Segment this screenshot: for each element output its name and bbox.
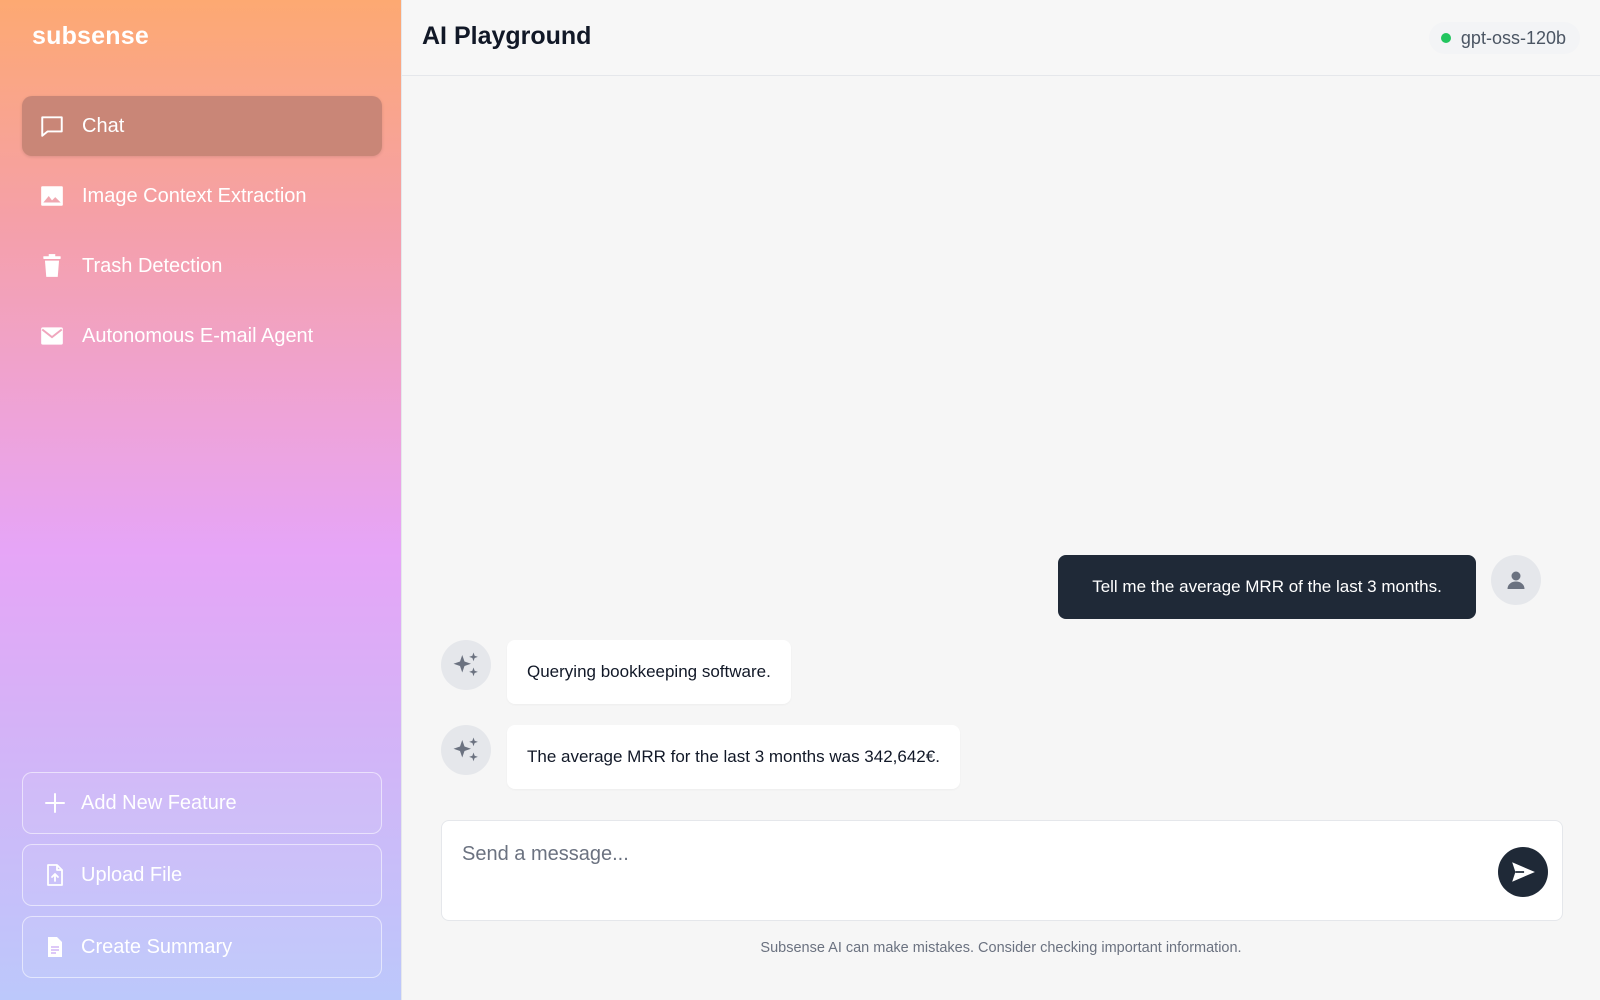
user-icon [1504,568,1528,592]
sidebar-item-label: Chat [82,114,125,137]
brand-logo: subsense [32,22,149,50]
assistant-message-bubble: Querying bookkeeping software. [507,640,791,704]
image-icon [38,182,66,210]
topbar: AI Playground gpt-oss-120b [402,0,1600,76]
sparkles-icon [451,735,481,765]
assistant-message-text: The average MRR for the last 3 months wa… [527,747,940,766]
mail-icon [38,322,66,350]
send-button[interactable] [1498,847,1548,897]
plus-icon [43,791,67,815]
create-summary-button[interactable]: Create Summary [22,916,382,978]
model-selector[interactable]: gpt-oss-120b [1428,22,1580,54]
user-avatar [1491,555,1541,605]
user-message-bubble: Tell me the average MRR of the last 3 mo… [1058,555,1476,619]
message-input[interactable] [442,821,1482,920]
sidebar-item-image-context-extraction[interactable]: Image Context Extraction [22,166,382,226]
create-summary-label: Create Summary [81,935,233,958]
page-title: AI Playground [422,22,592,50]
add-new-feature-button[interactable]: Add New Feature [22,772,382,834]
sparkles-icon [451,650,481,680]
sidebar-item-label: Autonomous E-mail Agent [82,324,314,347]
send-icon [1510,859,1536,885]
user-message-text: Tell me the average MRR of the last 3 mo… [1092,577,1442,596]
assistant-avatar [441,725,491,775]
assistant-message-bubble: The average MRR for the last 3 months wa… [507,725,960,789]
assistant-avatar [441,640,491,690]
model-name: gpt-oss-120b [1460,27,1566,48]
upload-file-label: Upload File [81,863,183,886]
file-upload-icon [43,863,67,887]
disclaimer-text: Subsense AI can make mistakes. Consider … [760,940,1242,956]
document-icon [43,935,67,959]
sidebar-actions: Add New Feature Upload File Create Summa… [22,772,382,988]
status-indicator-icon [1440,33,1451,43]
sidebar: subsense Chat Image Context Extraction T… [0,0,402,1000]
add-new-feature-label: Add New Feature [81,791,237,814]
sidebar-item-label: Image Context Extraction [82,184,307,207]
assistant-message-text: Querying bookkeeping software. [527,662,771,681]
chat-bubble-icon [38,112,66,140]
trash-icon [38,252,66,280]
main-panel: AI Playground gpt-oss-120b Tell me the a… [402,0,1600,1000]
sidebar-item-chat[interactable]: Chat [22,96,382,156]
sidebar-item-label: Trash Detection [82,254,223,277]
sidebar-item-trash-detection[interactable]: Trash Detection [22,236,382,296]
upload-file-button[interactable]: Upload File [22,844,382,906]
message-composer [441,820,1563,921]
sidebar-nav: Chat Image Context Extraction Trash Dete… [22,96,382,376]
sidebar-item-autonomous-email-agent[interactable]: Autonomous E-mail Agent [22,306,382,366]
